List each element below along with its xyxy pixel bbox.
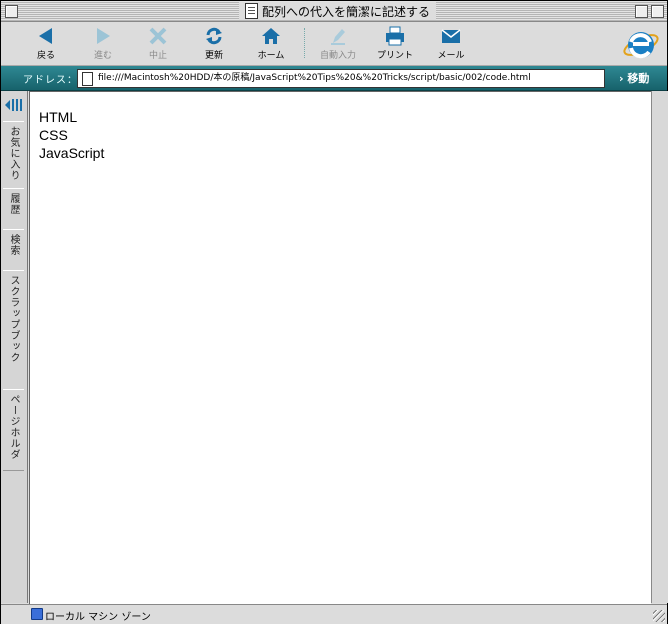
page-icon: [82, 72, 93, 86]
mail-button[interactable]: メール: [426, 25, 476, 63]
printer-icon: [386, 26, 404, 46]
collapse-box[interactable]: [651, 5, 664, 18]
tab-scrapbook-label: スクラップブック: [8, 275, 19, 363]
status-bar: ローカル マシン ゾーン: [1, 604, 667, 624]
address-label: アドレス：: [23, 75, 78, 86]
list-item: CSS: [39, 127, 68, 143]
back-button-label: 戻る: [36, 51, 55, 61]
tab-history-label: 履歴: [8, 193, 19, 215]
autofill-button[interactable]: 自動入力: [313, 25, 363, 63]
tab-history[interactable]: 履歴: [3, 188, 24, 230]
window-title: 配列への代入を簡潔に記述する: [239, 2, 437, 20]
stop-x-icon: [149, 27, 167, 45]
explorer-bar-toggle-icon[interactable]: [4, 97, 24, 113]
go-button[interactable]: › 移動: [619, 70, 649, 86]
tab-search[interactable]: 検索: [3, 229, 24, 271]
window-title-text: 配列への代入を簡潔に記述する: [262, 4, 431, 19]
refresh-icon: [206, 27, 222, 45]
browser-window: 配列への代入を簡潔に記述する 戻る 進む 中止 更新 ホーム 自動入力 プリント…: [0, 0, 668, 624]
back-button[interactable]: 戻る: [21, 25, 71, 63]
mail-button-label: メール: [437, 51, 465, 61]
refresh-button-label: 更新: [204, 51, 223, 61]
stop-button-label: 中止: [148, 51, 167, 61]
document-icon: [245, 3, 258, 19]
print-button[interactable]: プリント: [370, 25, 420, 63]
tab-page-holder[interactable]: ページホルダ: [3, 389, 24, 471]
mail-icon: [441, 29, 461, 43]
forward-button[interactable]: 進む: [78, 25, 128, 63]
forward-button-label: 進む: [93, 51, 112, 61]
list-item: HTML: [39, 109, 78, 125]
title-bar[interactable]: 配列への代入を簡潔に記述する: [1, 1, 667, 22]
home-button-label: ホーム: [257, 51, 285, 61]
toolbar: 戻る 進む 中止 更新 ホーム 自動入力 プリント メール: [1, 22, 667, 66]
stop-button[interactable]: 中止: [133, 25, 183, 63]
toolbar-separator: [304, 28, 306, 58]
print-button-label: プリント: [376, 51, 413, 61]
tab-page-holder-label: ページホルダ: [8, 394, 19, 460]
forward-arrow-icon: [97, 28, 110, 44]
explorer-bar-tabs: お気に入り 履歴 検索 スクラップブック ページホルダ: [1, 91, 28, 603]
home-icon: [262, 28, 280, 44]
autofill-button-label: 自動入力: [319, 51, 356, 61]
close-box[interactable]: [5, 5, 18, 18]
back-arrow-icon: [39, 28, 52, 44]
page-content: HTML CSS JavaScript: [29, 91, 651, 604]
tab-search-label: 検索: [8, 234, 19, 256]
vertical-scroll-lane[interactable]: [651, 91, 668, 603]
security-zone-text: ローカル マシン ゾーン: [45, 612, 151, 623]
internet-explorer-logo-icon: [623, 32, 659, 59]
tab-favorites-label: お気に入り: [8, 126, 19, 181]
address-bar: アドレス： › 移動: [1, 66, 667, 91]
tab-scrapbook[interactable]: スクラップブック: [3, 270, 24, 390]
zoom-box[interactable]: [635, 5, 648, 18]
content-list: HTML CSS JavaScript: [39, 108, 104, 162]
address-input[interactable]: [98, 70, 598, 87]
resize-grip[interactable]: [653, 610, 665, 622]
tab-favorites[interactable]: お気に入り: [3, 121, 24, 189]
refresh-button[interactable]: 更新: [189, 25, 239, 63]
list-item: JavaScript: [39, 145, 105, 161]
autofill-icon: [331, 29, 345, 45]
address-field[interactable]: [77, 69, 605, 88]
home-button[interactable]: ホーム: [246, 25, 296, 63]
computer-zone-icon: [31, 608, 43, 620]
